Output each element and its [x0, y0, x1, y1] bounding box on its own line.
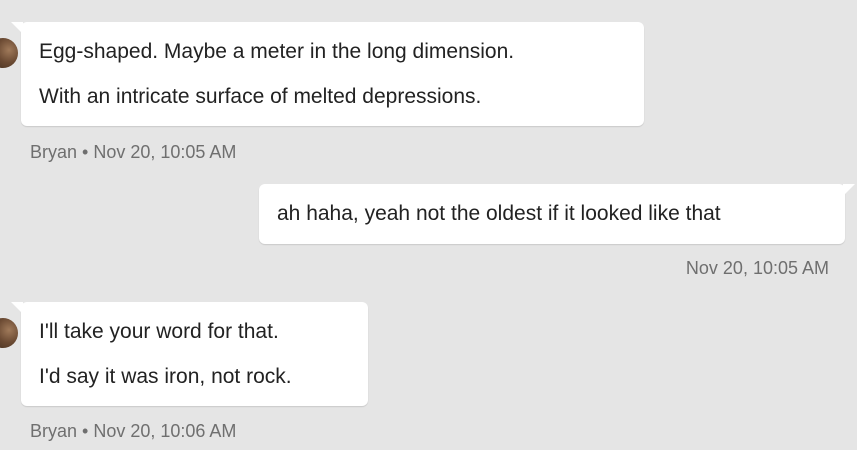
- message-meta: Nov 20, 10:05 AM: [685, 258, 829, 278]
- bubble-tail: [843, 184, 855, 196]
- message-text-line: I'd say it was iron, not rock.: [39, 365, 292, 388]
- message-text-line: I'll take your word for that.: [39, 320, 279, 343]
- incoming-message-bubble[interactable]: Egg-shaped. Maybe a meter in the long di…: [11, 22, 644, 126]
- message-text-line: With an intricate surface of melted depr…: [39, 85, 482, 108]
- bubble-tail: [11, 22, 23, 34]
- incoming-message-bubble[interactable]: I'll take your word for that. I'd say it…: [11, 302, 368, 406]
- message-text-line: Egg-shaped. Maybe a meter in the long di…: [39, 40, 515, 63]
- sender-avatar[interactable]: [0, 38, 18, 68]
- sender-avatar[interactable]: [0, 318, 18, 348]
- message-meta: Bryan • Nov 20, 10:05 AM: [30, 142, 237, 162]
- outgoing-message-bubble[interactable]: ah haha, yeah not the oldest if it looke…: [259, 184, 855, 244]
- message-meta: Bryan • Nov 20, 10:06 AM: [30, 421, 237, 441]
- bubble-tail: [11, 302, 23, 314]
- message-text-line: ah haha, yeah not the oldest if it looke…: [277, 202, 721, 225]
